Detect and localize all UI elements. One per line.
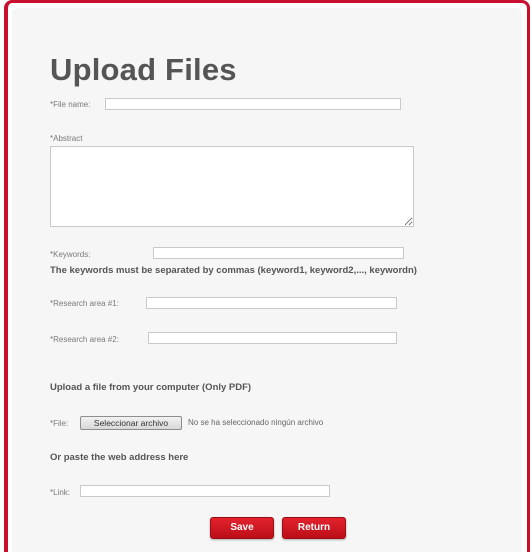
keywords-note: The keywords must be separated by commas… bbox=[50, 265, 417, 276]
choose-file-button[interactable]: Seleccionar archivo bbox=[80, 416, 182, 430]
paste-heading: Or paste the web address here bbox=[50, 452, 189, 463]
save-button[interactable]: Save bbox=[210, 517, 274, 539]
form-panel bbox=[12, 8, 522, 552]
link-label: *Link: bbox=[50, 488, 71, 497]
research-area-2-label: *Research area #2: bbox=[50, 335, 119, 344]
research-area-1-input[interactable] bbox=[146, 297, 397, 309]
upload-heading: Upload a file from your computer (Only P… bbox=[50, 382, 252, 393]
file-name-label: *File name: bbox=[50, 100, 91, 109]
file-name-input[interactable] bbox=[105, 98, 401, 110]
research-area-1-label: *Research area #1: bbox=[50, 299, 119, 308]
link-input[interactable] bbox=[80, 485, 330, 497]
research-area-2-input[interactable] bbox=[148, 332, 397, 344]
file-label: *File: bbox=[50, 419, 69, 428]
return-button[interactable]: Return bbox=[282, 517, 346, 539]
keywords-input[interactable] bbox=[153, 247, 404, 259]
page-title: Upload Files bbox=[50, 52, 237, 87]
file-status-text: No se ha seleccionado ningún archivo bbox=[188, 418, 324, 427]
abstract-textarea[interactable] bbox=[50, 146, 414, 227]
keywords-label: *Keywords: bbox=[50, 250, 91, 259]
abstract-label: *Abstract bbox=[50, 134, 83, 143]
